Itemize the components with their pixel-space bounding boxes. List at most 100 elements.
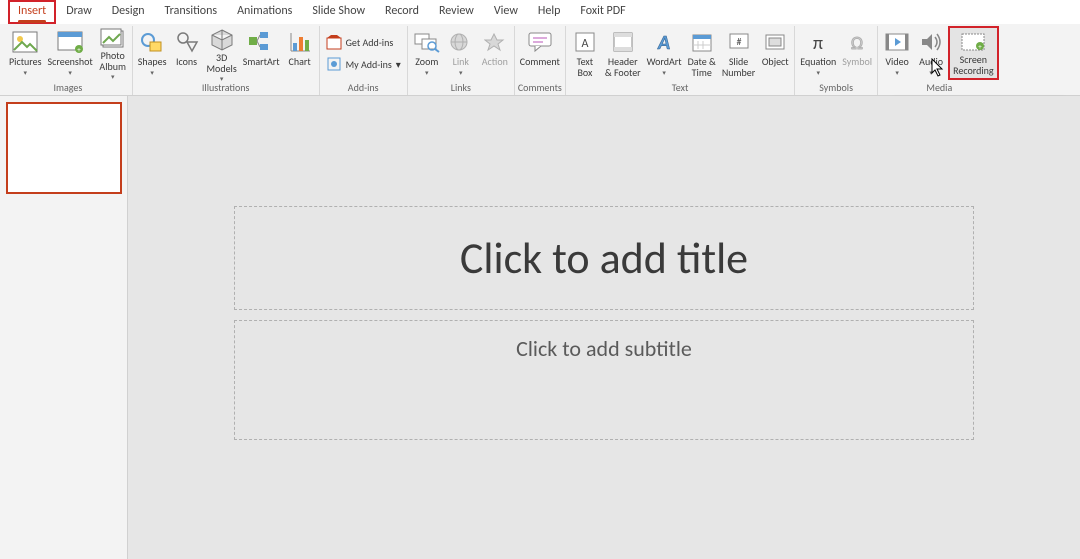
calendar-icon	[688, 28, 716, 56]
slide-number-label: Slide Number	[722, 57, 755, 78]
slide-number-button[interactable]: # Slide Number	[719, 26, 758, 80]
comment-button[interactable]: Comment	[517, 26, 563, 80]
shapes-label: Shapes	[138, 57, 167, 68]
symbol-icon: Ω	[843, 28, 871, 56]
chevron-down-icon: ▾	[929, 69, 933, 76]
group-media-label: Media	[926, 81, 952, 95]
svg-text:π: π	[813, 32, 823, 53]
zoom-label: Zoom	[415, 57, 438, 68]
3d-models-button[interactable]: 3D Models ▾	[204, 26, 240, 80]
chevron-down-icon: ▾	[425, 69, 429, 76]
zoom-button[interactable]: Zoom ▾	[410, 26, 444, 80]
svg-text:A: A	[581, 37, 588, 51]
picture-icon	[11, 28, 39, 56]
photo-album-icon	[99, 28, 127, 50]
chevron-down-icon: ▾	[459, 69, 463, 76]
subtitle-placeholder[interactable]: Click to add subtitle	[234, 320, 974, 440]
slide-canvas[interactable]: Click to add title Click to add subtitle	[234, 206, 974, 450]
smartart-label: SmartArt	[243, 57, 280, 68]
smartart-button[interactable]: SmartArt	[240, 26, 283, 80]
tab-record[interactable]: Record	[375, 0, 429, 24]
addin-icon	[326, 56, 342, 72]
tab-foxit-pdf[interactable]: Foxit PDF	[570, 0, 635, 24]
action-icon	[481, 28, 509, 56]
tab-view[interactable]: View	[484, 0, 528, 24]
link-icon	[447, 28, 475, 56]
chevron-down-icon: ▾	[68, 69, 72, 76]
slide-thumbnail-1[interactable]	[6, 102, 122, 194]
group-addins-label: Add-ins	[348, 81, 379, 95]
header-footer-label: Header & Footer	[605, 57, 641, 78]
link-label: Link	[453, 57, 469, 68]
group-links-label: Links	[451, 81, 471, 95]
group-illustrations: Shapes ▾ Icons 3D Models ▾ SmartArt Char…	[133, 26, 320, 95]
group-illustrations-label: Illustrations	[202, 81, 250, 95]
tab-animations[interactable]: Animations	[227, 0, 302, 24]
equation-button[interactable]: π Equation ▾	[797, 26, 839, 80]
icons-icon	[173, 28, 201, 56]
screenshot-button[interactable]: + Screenshot ▾	[45, 26, 96, 80]
slide-editor[interactable]: Click to add title Click to add subtitle	[128, 96, 1080, 559]
date-time-button[interactable]: Date & Time	[685, 26, 719, 80]
audio-label: Audio	[919, 57, 943, 68]
chevron-down-icon: ▾	[817, 69, 821, 76]
header-footer-button[interactable]: Header & Footer	[602, 26, 644, 80]
pictures-button[interactable]: Pictures ▾	[6, 26, 45, 80]
shapes-button[interactable]: Shapes ▾	[135, 26, 170, 80]
my-addins-button[interactable]: My Add-ins ▾	[322, 54, 405, 74]
screenshot-label: Screenshot	[48, 57, 93, 68]
workspace: Click to add title Click to add subtitle	[0, 96, 1080, 559]
slide-thumbnail-pane	[0, 96, 128, 559]
action-button: Action	[478, 26, 512, 80]
tab-help[interactable]: Help	[528, 0, 571, 24]
wordart-button[interactable]: A WordArt ▾	[644, 26, 685, 80]
comment-label: Comment	[520, 57, 560, 68]
audio-button[interactable]: Audio ▾	[914, 26, 948, 80]
chevron-down-icon: ▾	[150, 69, 154, 76]
3d-models-label: 3D Models	[207, 53, 237, 74]
tab-insert[interactable]: Insert	[8, 0, 56, 24]
date-time-label: Date & Time	[688, 57, 716, 78]
svg-text:Ω: Ω	[851, 32, 863, 53]
group-addins: Get Add-ins My Add-ins ▾ Add-ins	[320, 26, 408, 95]
chart-icon	[286, 28, 314, 56]
video-icon	[883, 28, 911, 56]
header-footer-icon	[609, 28, 637, 56]
photo-album-label: Photo Album	[99, 51, 126, 72]
tab-review[interactable]: Review	[429, 0, 484, 24]
wordart-icon: A	[650, 28, 678, 56]
object-button[interactable]: Object	[758, 26, 792, 80]
text-box-button[interactable]: A Text Box	[568, 26, 602, 80]
smartart-icon	[247, 28, 275, 56]
tab-draw[interactable]: Draw	[56, 0, 102, 24]
comment-icon	[526, 28, 554, 56]
tab-transitions[interactable]: Transitions	[155, 0, 228, 24]
tab-slide-show[interactable]: Slide Show	[302, 0, 375, 24]
chevron-down-icon: ▾	[895, 69, 899, 76]
screen-recording-button[interactable]: + Screen Recording	[948, 26, 999, 80]
store-icon	[326, 34, 342, 50]
icons-label: Icons	[176, 57, 197, 68]
cube-icon	[208, 28, 236, 52]
equation-icon: π	[804, 28, 832, 56]
chart-label: Chart	[289, 57, 311, 68]
my-addins-label: My Add-ins	[346, 58, 392, 71]
audio-icon	[917, 28, 945, 56]
group-text-label: Text	[672, 81, 689, 95]
textbox-icon: A	[571, 28, 599, 56]
icons-button[interactable]: Icons	[170, 26, 204, 80]
title-placeholder[interactable]: Click to add title	[234, 206, 974, 310]
get-addins-button[interactable]: Get Add-ins	[322, 32, 405, 52]
chevron-down-icon: ▾	[396, 58, 401, 71]
group-images: Pictures ▾ + Screenshot ▾ Photo Album ▾ …	[4, 26, 133, 95]
chart-button[interactable]: Chart	[283, 26, 317, 80]
wordart-label: WordArt	[647, 57, 682, 68]
photo-album-button[interactable]: Photo Album ▾	[96, 26, 130, 80]
group-links: Zoom ▾ Link ▾ Action Links	[408, 26, 515, 95]
video-button[interactable]: Video ▾	[880, 26, 914, 80]
tab-design[interactable]: Design	[102, 0, 155, 24]
slide-number-icon: #	[725, 28, 753, 56]
screenshot-icon: +	[56, 28, 84, 56]
action-label: Action	[482, 57, 508, 68]
equation-label: Equation	[800, 57, 836, 68]
